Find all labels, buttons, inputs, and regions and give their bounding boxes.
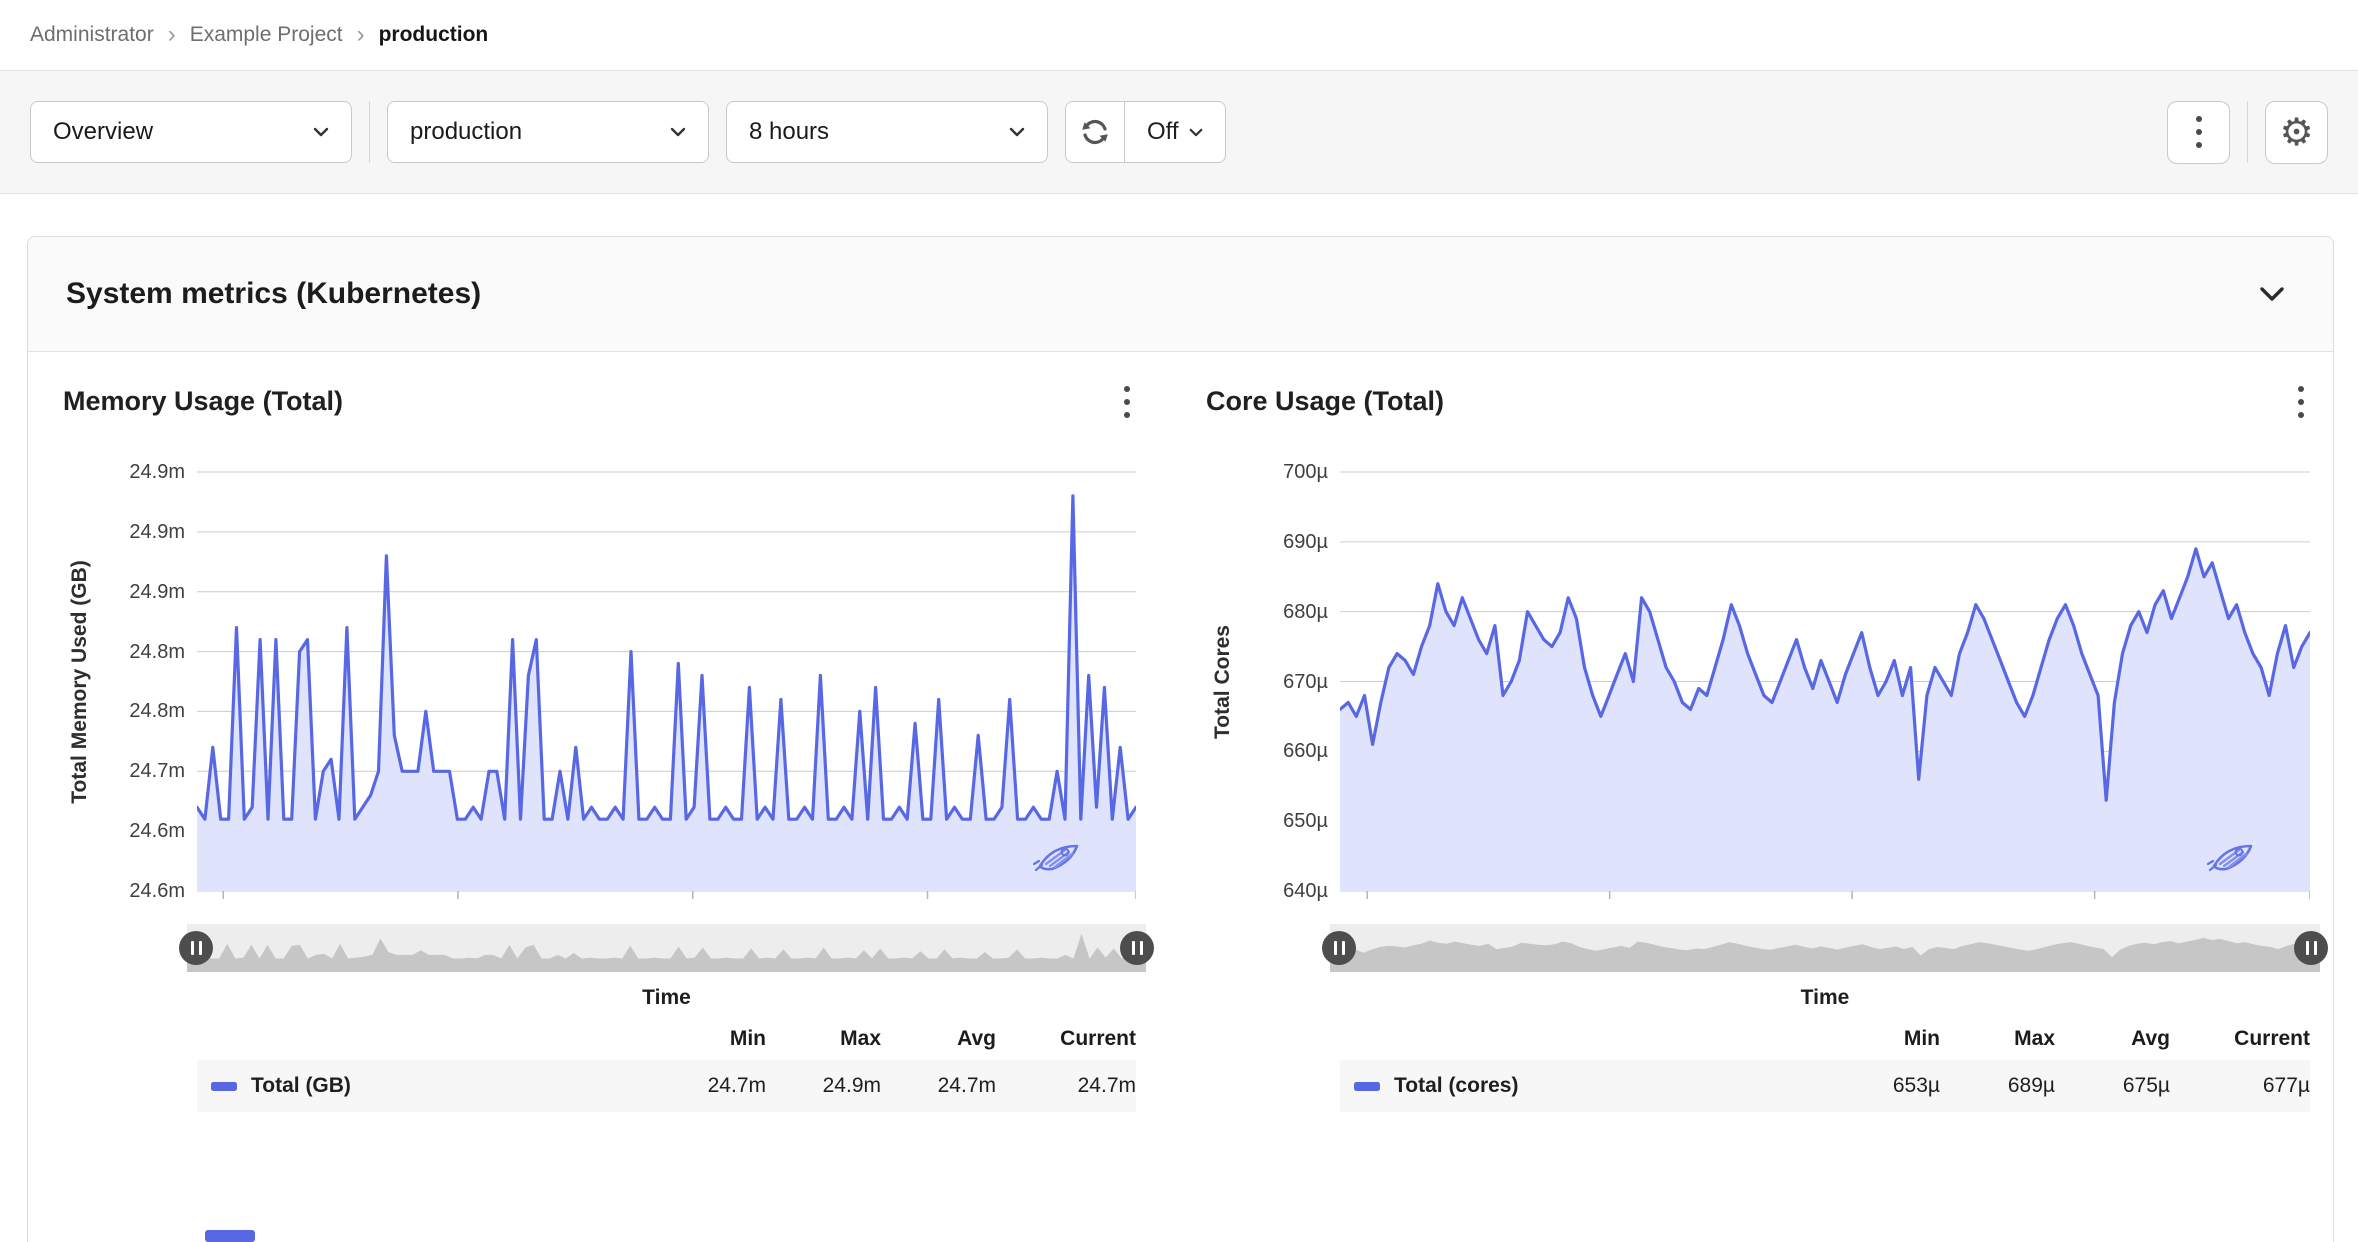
time-range-select[interactable]: 8 hours xyxy=(726,101,1048,163)
y-tick-label: 24.6m xyxy=(129,820,185,843)
legend-stats-table: Min Max Avg Current Total (cores) 653µ 6… xyxy=(1340,1018,2310,1112)
scrubber-handle-right[interactable] xyxy=(2294,931,2328,965)
y-axis-tick-labels: 24.9m 24.9m 24.9m 24.8m 24.8m 24.7m 24.6m 24.6m xyxy=(97,461,197,902)
y-tick-label: 24.7m xyxy=(129,760,185,783)
stats-header-avg: Avg xyxy=(957,1027,996,1050)
y-tick-label: 24.9m xyxy=(129,461,185,483)
stat-current: 24.7m xyxy=(1077,1074,1136,1097)
legend-row[interactable]: Total (GB) 24.7m 24.9m 24.7m 24.7m xyxy=(197,1060,1136,1112)
stat-min: 653µ xyxy=(1892,1074,1940,1097)
breadcrumb: Administrator › Example Project › produc… xyxy=(0,0,2358,54)
stats-header-current: Current xyxy=(2234,1027,2310,1050)
x-axis-title: Time xyxy=(1800,986,1850,1009)
scrubber-handle-right[interactable] xyxy=(1120,931,1154,965)
rocket-doodle-icon xyxy=(2207,844,2253,872)
section-title: System metrics (Kubernetes) xyxy=(66,277,482,310)
y-tick-label: 24.9m xyxy=(129,520,185,543)
y-axis-title: Total Cores xyxy=(1211,625,1234,739)
y-tick-label: 680µ xyxy=(1283,600,1328,623)
breadcrumb-item-administrator[interactable]: Administrator xyxy=(30,23,154,47)
collapse-chevron-icon[interactable] xyxy=(2259,286,2285,302)
x-axis-title: Time xyxy=(642,986,691,1009)
y-tick-label: 700µ xyxy=(1283,461,1328,483)
refresh-button[interactable] xyxy=(1066,102,1125,162)
legend-stats-table: Min Max Avg Current Total (GB) 24.7m 24.… xyxy=(197,1018,1136,1112)
chevron-down-icon xyxy=(670,127,686,137)
kebab-menu-icon xyxy=(2195,116,2202,148)
y-tick-label: 24.9m xyxy=(129,580,185,603)
time-range-scrubber[interactable] xyxy=(179,924,1154,972)
y-tick-label: 24.8m xyxy=(129,640,185,663)
auto-refresh-control: Off xyxy=(1065,101,1226,163)
stats-header-avg: Avg xyxy=(2131,1027,2170,1050)
breadcrumb-separator-icon: › xyxy=(356,21,365,48)
series-name: Total (cores) xyxy=(1394,1074,1519,1097)
section-header[interactable]: System metrics (Kubernetes) xyxy=(28,237,2333,352)
toolbar-divider xyxy=(2247,101,2248,163)
settings-button[interactable]: ⚙ xyxy=(2265,100,2328,164)
breadcrumb-item-cluster: production xyxy=(378,23,489,46)
chevron-down-icon xyxy=(1189,128,1202,136)
stat-max: 24.9m xyxy=(822,1074,881,1097)
system-metrics-card: System metrics (Kubernetes) Memory Usage… xyxy=(27,236,2334,1242)
y-tick-label: 640µ xyxy=(1283,880,1328,902)
refresh-icon xyxy=(1082,119,1108,145)
stat-max: 689µ xyxy=(2007,1074,2055,1097)
next-chart-series-swatch-peek xyxy=(205,1230,255,1242)
stats-header-current: Current xyxy=(1060,1027,1136,1050)
chevron-down-icon xyxy=(313,127,329,137)
stats-header-min: Min xyxy=(1903,1027,1940,1050)
core-usage-panel: Core Usage (Total) Total Cores 700µ 690µ 6… xyxy=(1206,386,2328,1112)
auto-refresh-dropdown[interactable]: Off xyxy=(1125,102,1225,162)
time-range-scrubber[interactable] xyxy=(1322,924,2328,972)
legend-row[interactable]: Total (cores) 653µ 689µ 675µ 677µ xyxy=(1340,1060,2310,1112)
charts-area: Memory Usage (Total) Total Memory Used (… xyxy=(28,352,2333,1152)
stat-min: 24.7m xyxy=(707,1074,766,1097)
y-tick-label: 24.8m xyxy=(129,700,185,723)
stat-current: 677µ xyxy=(2262,1074,2310,1097)
y-tick-label: 690µ xyxy=(1283,530,1328,553)
gear-icon: ⚙ xyxy=(2279,110,2314,154)
stat-avg: 24.7m xyxy=(937,1074,996,1097)
scrubber-handle-left[interactable] xyxy=(179,931,213,965)
memory-usage-panel: Memory Usage (Total) Total Memory Used (… xyxy=(63,386,1154,1112)
cluster-select[interactable]: production xyxy=(387,101,709,163)
chart-title: Core Usage (Total) xyxy=(1206,386,1445,416)
core-chart-plot[interactable]: 8/10 6:00 AM8/10 8:00 AM8/10 10:00 AM8/1… xyxy=(1340,462,2310,902)
rocket-doodle-icon xyxy=(1033,844,1079,872)
breadcrumb-separator-icon: › xyxy=(167,21,176,48)
chart-menu-kebab-icon[interactable] xyxy=(1124,386,1130,418)
stats-header-max: Max xyxy=(840,1027,881,1050)
y-tick-label: 24.6m xyxy=(129,880,185,902)
y-tick-label: 670µ xyxy=(1283,670,1328,693)
y-tick-label: 660µ xyxy=(1283,740,1328,763)
series-color-swatch xyxy=(211,1081,237,1091)
stats-header-min: Min xyxy=(729,1027,766,1050)
y-axis-title: Total Memory Used (GB) xyxy=(68,560,91,804)
scrubber-handle-left[interactable] xyxy=(1322,931,1356,965)
page-menu-button[interactable] xyxy=(2167,100,2230,164)
chevron-down-icon xyxy=(1009,127,1025,137)
breadcrumb-item-project[interactable]: Example Project xyxy=(190,23,343,47)
chart-title: Memory Usage (Total) xyxy=(63,386,344,416)
toolbar-divider xyxy=(369,101,370,163)
memory-chart-plot[interactable]: 8/10 6:00 AM8/10 8:00 AM8/10 10:00 AM8/1… xyxy=(197,462,1136,902)
y-axis-tick-labels: 700µ 690µ 680µ 670µ 660µ 650µ 640µ xyxy=(1240,461,1340,902)
stats-header-max: Max xyxy=(2014,1027,2055,1050)
chart-menu-kebab-icon[interactable] xyxy=(2298,386,2304,418)
series-name: Total (GB) xyxy=(251,1074,351,1097)
dashboard-select[interactable]: Overview xyxy=(30,101,352,163)
y-tick-label: 650µ xyxy=(1283,810,1328,833)
series-color-swatch xyxy=(1354,1081,1380,1091)
toolbar: Overview production 8 hours Off ⚙ xyxy=(0,70,2358,194)
stat-avg: 675µ xyxy=(2122,1074,2170,1097)
